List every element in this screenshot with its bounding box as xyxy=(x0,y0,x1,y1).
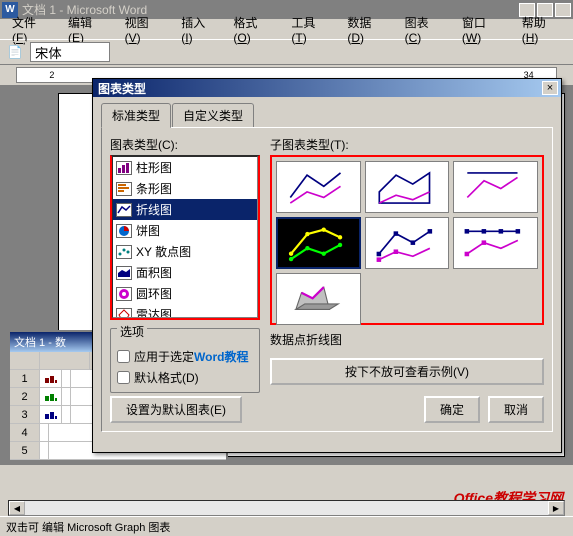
radar-chart-icon xyxy=(116,308,132,319)
statusbar: 双击可 编辑 Microsoft Graph 图表 xyxy=(0,516,573,536)
scroll-left-icon[interactable]: ◀ xyxy=(9,501,25,515)
line-chart-icon xyxy=(116,203,132,217)
cancel-button[interactable]: 取消 xyxy=(488,396,544,423)
cell[interactable] xyxy=(62,370,71,387)
chart-type-bar[interactable]: 条形图 xyxy=(113,178,257,199)
new-doc-icon[interactable]: 📄 xyxy=(4,41,26,63)
subtype-label: 子图表类型(T): xyxy=(270,136,544,153)
menu-help[interactable]: 帮助(H) xyxy=(514,12,569,47)
chart-type-radar[interactable]: 雷达图 xyxy=(113,304,257,318)
tab-standard-types[interactable]: 标准类型 xyxy=(101,103,171,128)
series-icon xyxy=(40,406,62,423)
subtype-line-3[interactable] xyxy=(453,161,538,213)
dialog-close-button[interactable]: × xyxy=(542,81,558,95)
datasheet-icon-col[interactable] xyxy=(40,352,90,369)
chart-type-doughnut[interactable]: 圆环图 xyxy=(113,283,257,304)
horizontal-scrollbar[interactable]: ◀ ▶ xyxy=(8,500,565,516)
ruler-mark: 2 xyxy=(49,70,54,80)
subtype-line-2[interactable] xyxy=(365,161,450,213)
subtype-line-7[interactable] xyxy=(276,273,361,325)
options-group: 选项 应用于选定Word教程 默认格式(D) xyxy=(110,328,260,393)
subtype-description: 数据点折线图 xyxy=(270,331,544,348)
column-chart-icon xyxy=(116,161,132,175)
apply-to-selection-label: 应用于选定Word教程 xyxy=(134,348,248,365)
datasheet-corner[interactable] xyxy=(10,352,40,369)
dialog-title: 图表类型 xyxy=(96,80,542,97)
menu-window[interactable]: 窗口(W) xyxy=(454,12,512,47)
cell[interactable] xyxy=(40,442,49,459)
default-format-checkbox[interactable] xyxy=(117,371,130,384)
area-chart-icon xyxy=(116,266,132,280)
row-header-1[interactable]: 1 xyxy=(10,370,40,387)
subtype-line-1[interactable] xyxy=(276,161,361,213)
ok-button[interactable]: 确定 xyxy=(424,396,480,423)
series-icon xyxy=(40,388,62,405)
cell[interactable] xyxy=(40,424,49,441)
doughnut-chart-icon xyxy=(116,287,132,301)
font-select[interactable] xyxy=(30,42,110,62)
chart-type-column[interactable]: 柱形图 xyxy=(113,157,257,178)
cell[interactable] xyxy=(62,406,71,423)
chart-type-dialog: 图表类型 × 标准类型 自定义类型 图表类型(C): 柱形图 条形图 折线图 饼… xyxy=(92,78,562,453)
menu-view[interactable]: 视图(V) xyxy=(117,12,172,47)
subtype-line-6[interactable] xyxy=(453,217,538,269)
row-header-4[interactable]: 4 xyxy=(10,424,40,441)
chart-type-scatter[interactable]: XY 散点图 xyxy=(113,241,257,262)
chart-type-area[interactable]: 面积图 xyxy=(113,262,257,283)
chart-type-list[interactable]: 柱形图 条形图 折线图 饼图 XY 散点图 面积图 圆环图 雷达图 曲面图 xyxy=(110,155,260,320)
row-header-5[interactable]: 5 xyxy=(10,442,40,459)
default-format-label: 默认格式(D) xyxy=(134,369,199,386)
menubar: 文件(F) 编辑(E) 视图(V) 插入(I) 格式(O) 工具(T) 数据(D… xyxy=(0,19,573,39)
menu-chart[interactable]: 图表(C) xyxy=(397,12,452,47)
subtype-line-5[interactable] xyxy=(365,217,450,269)
set-default-button[interactable]: 设置为默认图表(E) xyxy=(110,396,242,423)
chart-type-label: 图表类型(C): xyxy=(110,136,260,153)
menu-data[interactable]: 数据(D) xyxy=(339,12,394,47)
menu-format[interactable]: 格式(O) xyxy=(225,12,281,47)
apply-to-selection-checkbox[interactable] xyxy=(117,350,130,363)
scroll-track[interactable] xyxy=(25,501,548,515)
word-main-window: W 文档 1 - Microsoft Word _ □ × 文件(F) 编辑(E… xyxy=(0,0,573,536)
chart-subtype-grid xyxy=(270,155,544,325)
chart-type-pie[interactable]: 饼图 xyxy=(113,220,257,241)
menu-insert[interactable]: 插入(I) xyxy=(173,12,223,47)
series-icon xyxy=(40,370,62,387)
row-header-3[interactable]: 3 xyxy=(10,406,40,423)
preview-sample-button[interactable]: 按下不放可查看示例(V) xyxy=(270,358,544,385)
subtype-line-4-selected[interactable] xyxy=(276,217,361,269)
scatter-chart-icon xyxy=(116,245,132,259)
row-header-2[interactable]: 2 xyxy=(10,388,40,405)
menu-tools[interactable]: 工具(T) xyxy=(283,12,337,47)
options-label: 选项 xyxy=(117,325,147,339)
dialog-titlebar[interactable]: 图表类型 × xyxy=(93,79,561,97)
pie-chart-icon xyxy=(116,224,132,238)
dialog-tabs: 标准类型 自定义类型 xyxy=(101,103,553,128)
cell[interactable] xyxy=(62,388,71,405)
scroll-right-icon[interactable]: ▶ xyxy=(548,501,564,515)
bar-chart-icon xyxy=(116,182,132,196)
tab-custom-types[interactable]: 自定义类型 xyxy=(172,103,254,128)
chart-type-line[interactable]: 折线图 xyxy=(113,199,257,220)
